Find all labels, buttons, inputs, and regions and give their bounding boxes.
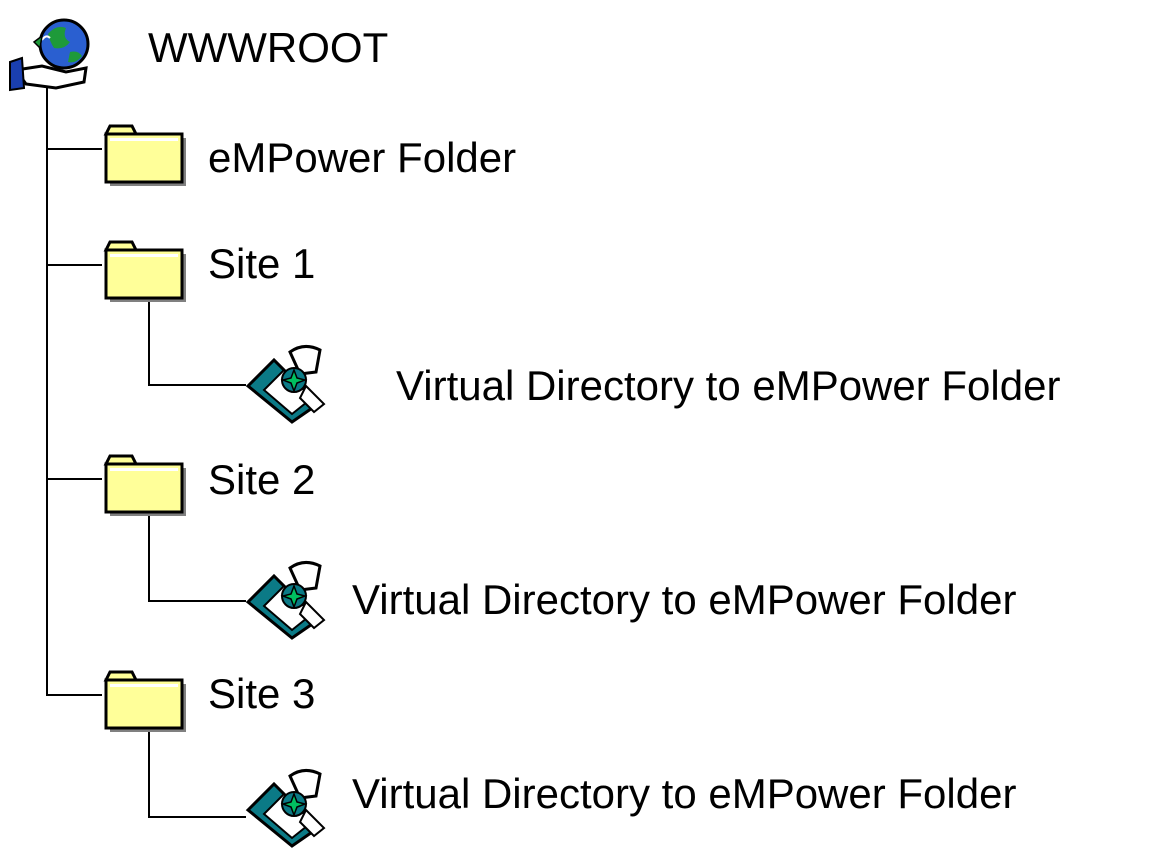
vdir-label-site-1[interactable]: Virtual Directory to eMPower Folder — [396, 362, 1060, 410]
folder-label-site-3[interactable]: Site 3 — [208, 670, 315, 718]
root-label[interactable]: WWWROOT — [148, 24, 388, 72]
folder-icon[interactable] — [102, 120, 188, 188]
connector-empower-folder — [46, 148, 102, 150]
connector-site-3 — [46, 694, 102, 696]
folder-label-empower[interactable]: eMPower Folder — [208, 134, 516, 182]
site-3-branch-line — [148, 724, 150, 818]
tree-trunk-line — [46, 88, 48, 696]
folder-label-site-2[interactable]: Site 2 — [208, 456, 315, 504]
folder-label-site-1[interactable]: Site 1 — [208, 240, 315, 288]
folder-icon[interactable] — [102, 666, 188, 734]
folder-icon[interactable] — [102, 450, 188, 518]
connector-site-3-vdir — [148, 816, 246, 818]
virtual-directory-icon[interactable] — [244, 764, 336, 848]
folder-icon[interactable] — [102, 236, 188, 304]
web-server-globe-icon[interactable] — [6, 12, 90, 92]
directory-tree: WWWROOT eMPower Folder Site 1 Virtual Di… — [0, 0, 1162, 851]
connector-site-1 — [46, 264, 102, 266]
vdir-label-site-3[interactable]: Virtual Directory to eMPower Folder — [352, 770, 1016, 818]
virtual-directory-icon[interactable] — [244, 340, 336, 424]
site-2-branch-line — [148, 508, 150, 602]
connector-site-1-vdir — [148, 384, 246, 386]
vdir-label-site-2[interactable]: Virtual Directory to eMPower Folder — [352, 576, 1016, 624]
virtual-directory-icon[interactable] — [244, 556, 336, 640]
site-1-branch-line — [148, 296, 150, 386]
connector-site-2-vdir — [148, 600, 246, 602]
connector-site-2 — [46, 478, 102, 480]
